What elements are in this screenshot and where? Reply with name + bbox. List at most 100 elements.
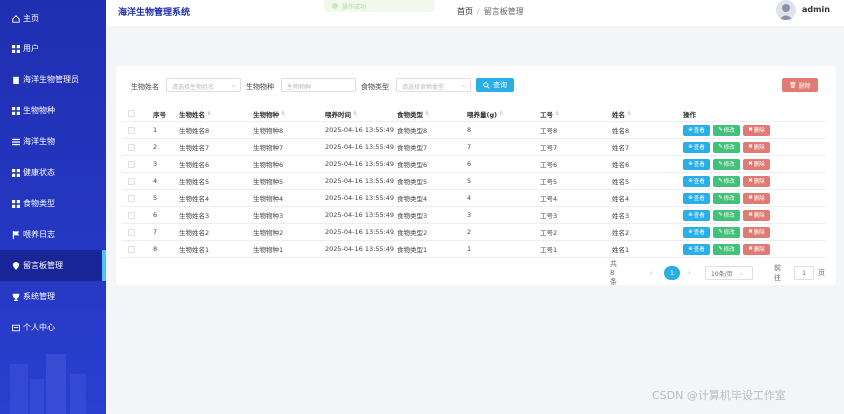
row-person-name: 姓名1 (612, 246, 630, 254)
species-input[interactable]: 生物物种 (281, 78, 356, 92)
sidebar-item-label: 食物类型 (23, 199, 55, 208)
delete-button[interactable]: ✖ 删除 (743, 243, 770, 255)
sidebar-item-6[interactable]: 食物类型 (0, 188, 106, 219)
delete-button[interactable]: ✖ 删除 (743, 158, 770, 170)
row-checkbox[interactable] (128, 160, 135, 168)
delete-button[interactable]: ✖ 删除 (743, 209, 770, 221)
header-species[interactable]: 生物物种 ⇅ (253, 106, 285, 121)
sort-icon[interactable]: ⇅ (207, 111, 211, 117)
content-card: 生物姓名 请选择生物姓名 ⌄ 生物物种 生物物种 食物类型 请选择食物类型 ⌄ … (116, 66, 836, 286)
delete-button[interactable]: ✖ 删除 (743, 141, 770, 153)
goto-page-input[interactable]: 1 (794, 266, 814, 280)
page-1-button[interactable]: 1 (664, 266, 680, 280)
list-icon (11, 137, 20, 146)
sort-icon[interactable]: ⇅ (499, 111, 503, 117)
row-person-name: 姓名6 (612, 161, 630, 169)
header-food-type[interactable]: 食物类型 ⇅ (397, 106, 429, 121)
edit-button[interactable]: ✎ 修改 (713, 141, 740, 153)
row-employee-id: 工号7 (540, 144, 558, 152)
header-bio-name[interactable]: 生物姓名 ⇅ (179, 106, 211, 121)
edit-button[interactable]: ✎ 修改 (713, 192, 740, 204)
edit-button[interactable]: ✎ 修改 (713, 124, 740, 136)
name-select[interactable]: 请选择生物姓名 ⌄ (166, 78, 241, 92)
header-feed-amount[interactable]: 喂养量(g) ⇅ (467, 106, 503, 121)
row-feed-time: 2025-04-16 13:55:49 (325, 160, 395, 168)
row-checkbox[interactable] (128, 194, 135, 202)
row-checkbox[interactable] (128, 177, 135, 185)
delete-button[interactable]: ✖ 删除 (743, 192, 770, 204)
row-checkbox[interactable] (128, 126, 135, 134)
sidebar-item-0[interactable]: 主页 (0, 3, 106, 34)
sidebar-item-2[interactable]: 海洋生物管理员 (0, 64, 106, 95)
view-button[interactable]: ⊕ 查看 (683, 209, 710, 221)
page-size-value: 10条/页 (711, 270, 733, 278)
sidebar-item-9[interactable]: 系统管理 (0, 281, 106, 312)
sidebar-item-8[interactable]: 留言板管理 (0, 250, 106, 281)
row-checkbox[interactable] (128, 211, 135, 219)
view-button[interactable]: ⊕ 查看 (683, 192, 710, 204)
header-employee-id[interactable]: 工号 ⇅ (540, 106, 559, 121)
food-select[interactable]: 请选择食物类型 ⌄ (396, 78, 471, 92)
row-index: 4 (153, 177, 158, 185)
species-placeholder: 生物物种 (287, 84, 312, 91)
row-bio-name: 生物姓名3 (179, 212, 210, 220)
edit-button[interactable]: ✎ 修改 (713, 175, 740, 187)
sidebar-item-4[interactable]: 海洋生物 (0, 126, 106, 157)
sidebar-item-5[interactable]: 健康状态 (0, 157, 106, 188)
sidebar-item-7[interactable]: 喂养日志 (0, 219, 106, 250)
header-person-name[interactable]: 姓名 ⇅ (612, 106, 631, 121)
row-employee-id: 工号8 (540, 127, 558, 135)
view-button[interactable]: ⊕ 查看 (683, 175, 710, 187)
edit-icon: ✎ (718, 212, 723, 218)
sort-icon[interactable]: ⇅ (281, 111, 285, 117)
view-button[interactable]: ⊕ 查看 (683, 124, 710, 136)
sort-icon[interactable]: ⇅ (425, 111, 429, 117)
user-name[interactable]: admin (802, 5, 830, 14)
view-button[interactable]: ⊕ 查看 (683, 226, 710, 238)
sort-icon[interactable]: ⇅ (353, 111, 357, 117)
row-food-type: 食物类型7 (397, 144, 428, 152)
row-checkbox[interactable] (128, 143, 135, 151)
row-feed-amount: 6 (467, 160, 472, 168)
species-label: 生物物种 (246, 83, 274, 91)
edit-button[interactable]: ✎ 修改 (713, 158, 740, 170)
search-button[interactable]: 查询 (476, 78, 514, 92)
user-avatar-icon (776, 0, 796, 20)
delete-button[interactable]: ✖ 删除 (743, 124, 770, 136)
breadcrumb-home[interactable]: 首页 (457, 7, 473, 16)
food-placeholder: 请选择食物类型 (402, 84, 445, 91)
header-feed-time[interactable]: 喂养时间 ⇅ (325, 106, 357, 121)
delete-button[interactable]: ✖ 删除 (743, 175, 770, 187)
row-feed-time: 2025-04-16 13:55:49 (325, 177, 395, 185)
grid-icon (11, 168, 20, 177)
avatar[interactable] (776, 0, 796, 20)
sidebar-item-10[interactable]: 个人中心 (0, 312, 106, 343)
select-all-checkbox[interactable] (128, 110, 135, 117)
row-checkbox[interactable] (128, 245, 135, 253)
row-actions: ⊕ 查看 ✎ 修改 ✖ 删除 (683, 190, 773, 206)
row-feed-time: 2025-04-16 13:55:49 (325, 143, 395, 151)
row-index: 1 (153, 126, 158, 134)
sort-icon[interactable]: ⇅ (555, 111, 559, 117)
batch-delete-button[interactable]: 🗑 删除 (782, 78, 818, 92)
name-placeholder: 请选择生物姓名 (172, 84, 215, 91)
edit-button[interactable]: ✎ 修改 (713, 209, 740, 221)
prev-page-button[interactable]: ‹ (650, 266, 653, 280)
chevron-down-icon: ⌄ (738, 269, 744, 277)
trash-icon: ✖ (748, 229, 753, 235)
view-button[interactable]: ⊕ 查看 (683, 243, 710, 255)
row-feed-time: 2025-04-16 13:55:49 (325, 194, 395, 202)
view-icon: ⊕ (688, 246, 693, 252)
row-checkbox[interactable] (128, 228, 135, 236)
next-page-button[interactable]: › (688, 266, 691, 280)
view-button[interactable]: ⊕ 查看 (683, 158, 710, 170)
edit-icon: ✎ (718, 127, 723, 133)
delete-button[interactable]: ✖ 删除 (743, 226, 770, 238)
sidebar-item-1[interactable]: 用户 (0, 33, 106, 64)
page-size-select[interactable]: 10条/页 ⌄ (705, 266, 753, 280)
edit-button[interactable]: ✎ 修改 (713, 243, 740, 255)
view-button[interactable]: ⊕ 查看 (683, 141, 710, 153)
sort-icon[interactable]: ⇅ (627, 111, 631, 117)
sidebar-item-3[interactable]: 生物物种 (0, 95, 106, 126)
edit-button[interactable]: ✎ 修改 (713, 226, 740, 238)
